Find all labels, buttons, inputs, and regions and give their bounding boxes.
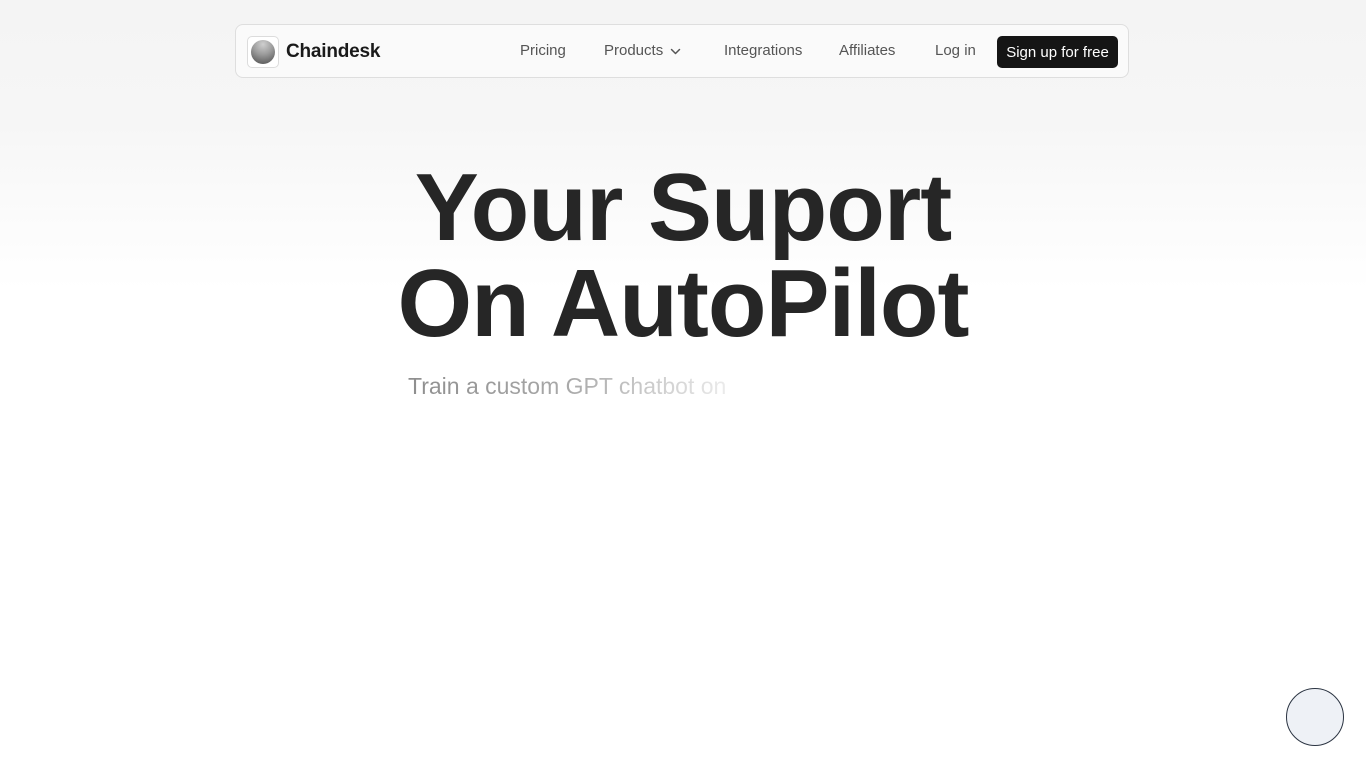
nav-products-label: Products [604,42,664,59]
nav-link-affiliates[interactable]: Affiliates [839,41,895,61]
hero-title-line-2: On AutoPilot [397,250,970,357]
nav-link-integrations[interactable]: Integrations [724,41,802,61]
chat-launcher-button[interactable] [1286,688,1344,746]
top-navbar: Chaindesk Pricing Products Integrations … [235,24,1129,78]
hero-title-line-1: Your Suport [414,154,953,261]
brand-link[interactable]: Chaindesk [247,36,380,68]
chevron-down-icon [670,48,681,54]
nav-link-pricing[interactable]: Pricing [520,41,566,61]
signup-button[interactable]: Sign up for free [997,36,1118,68]
hero-title: Your Suport On AutoPilot [0,160,1366,352]
hero-subtitle: Train a custom GPT chatbot on [408,373,727,399]
nav-dropdown-products[interactable]: Products [604,41,682,61]
brand-name: Chaindesk [286,41,381,62]
brand-logo-sphere [251,40,275,64]
brand-logo-icon [247,36,279,68]
nav-link-login[interactable]: Log in [935,41,976,61]
